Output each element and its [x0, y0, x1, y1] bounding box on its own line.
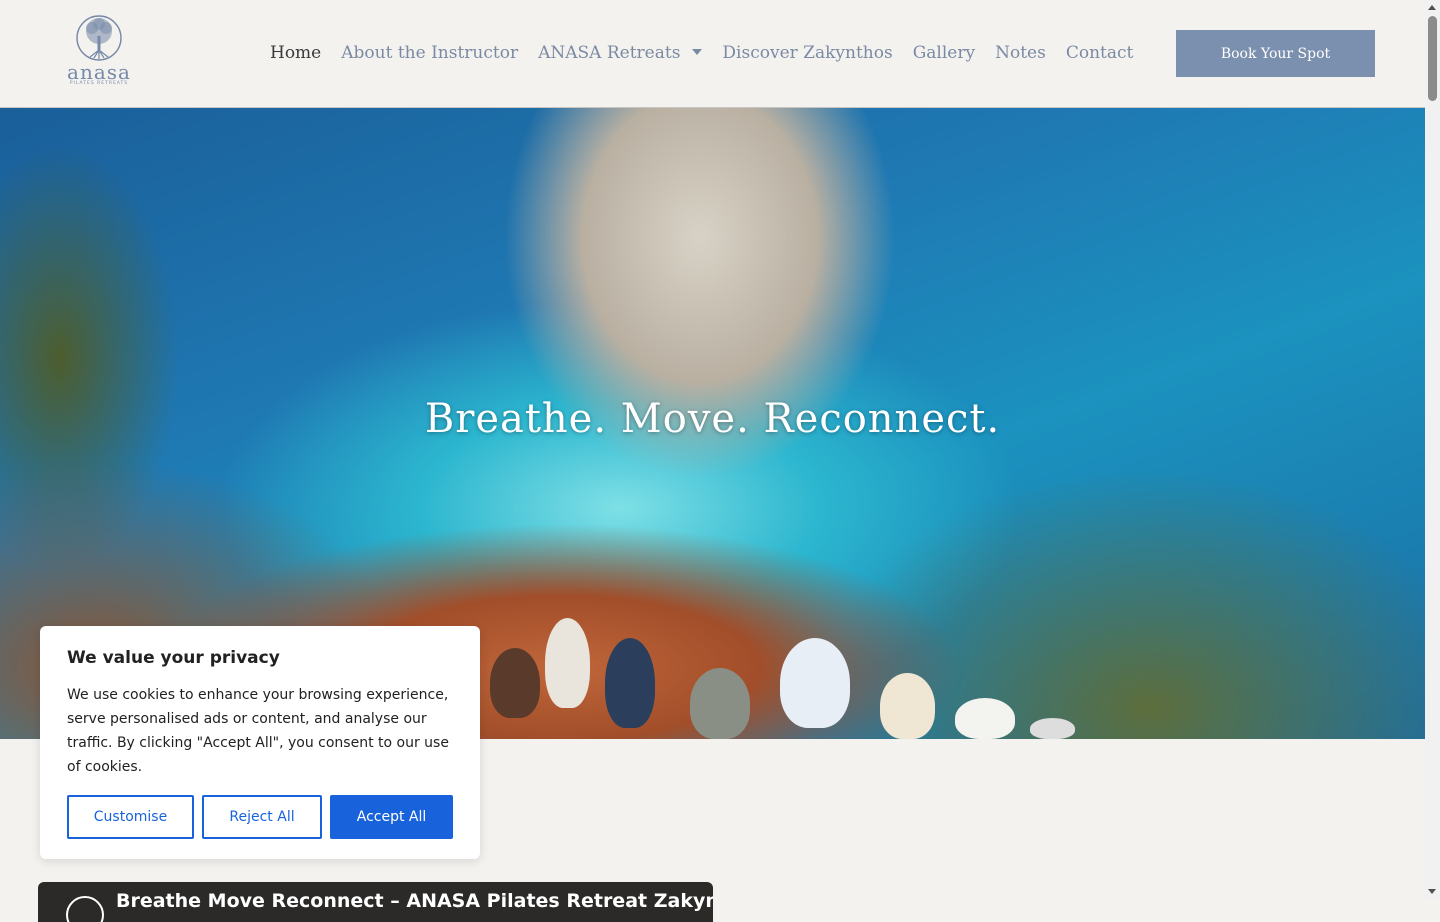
hero-title: Breathe. Move. Reconnect. [424, 396, 1001, 442]
nav-item-anasa-retreats[interactable]: ANASA Retreats [528, 43, 712, 63]
customise-button[interactable]: Customise [67, 795, 194, 839]
chevron-down-icon[interactable] [692, 48, 703, 55]
person [545, 618, 590, 708]
nav-item-contact[interactable]: Contact [1056, 43, 1144, 63]
person [955, 698, 1015, 739]
person [690, 668, 750, 739]
nav-item-about-instructor[interactable]: About the Instructor [331, 43, 528, 63]
book-your-spot-button[interactable]: Book Your Spot [1176, 30, 1375, 77]
scroll-up-icon[interactable] [1428, 5, 1436, 10]
logo-wordmark: anasa [67, 60, 131, 84]
tree-of-life-icon [76, 15, 122, 61]
person [880, 673, 935, 739]
accept-all-button[interactable]: Accept All [330, 795, 453, 839]
video-embed[interactable]: Breathe Move Reconnect – ANASA Pilates R… [38, 882, 713, 922]
person [605, 638, 655, 728]
site-header: anasa PILATES RETREATS Home About the In… [0, 0, 1425, 108]
cookie-title: We value your privacy [67, 648, 280, 668]
nav-item-notes[interactable]: Notes [985, 43, 1056, 63]
cookie-description: We use cookies to enhance your browsing … [67, 687, 449, 775]
person [780, 638, 850, 728]
person [490, 648, 540, 718]
main-nav: Home About the Instructor ANASA Retreats… [260, 40, 1143, 66]
video-title[interactable]: Breathe Move Reconnect – ANASA Pilates R… [116, 890, 713, 912]
person [1030, 718, 1075, 739]
nav-item-discover-zakynthos[interactable]: Discover Zakynthos [712, 43, 902, 63]
site-logo[interactable]: anasa PILATES RETREATS [62, 14, 136, 90]
scroll-down-icon[interactable] [1428, 889, 1436, 894]
vertical-scrollbar[interactable] [1425, 0, 1440, 900]
reject-all-button[interactable]: Reject All [202, 795, 322, 839]
scrollbar-thumb[interactable] [1428, 16, 1437, 101]
nav-item-anasa-retreats-label: ANASA Retreats [538, 43, 681, 63]
nav-item-home[interactable]: Home [260, 43, 331, 63]
logo-tagline: PILATES RETREATS [69, 81, 129, 86]
group-photo [420, 578, 1080, 739]
cookie-consent-banner: We value your privacy We use cookies to … [40, 626, 480, 859]
nav-item-gallery[interactable]: Gallery [903, 43, 985, 63]
